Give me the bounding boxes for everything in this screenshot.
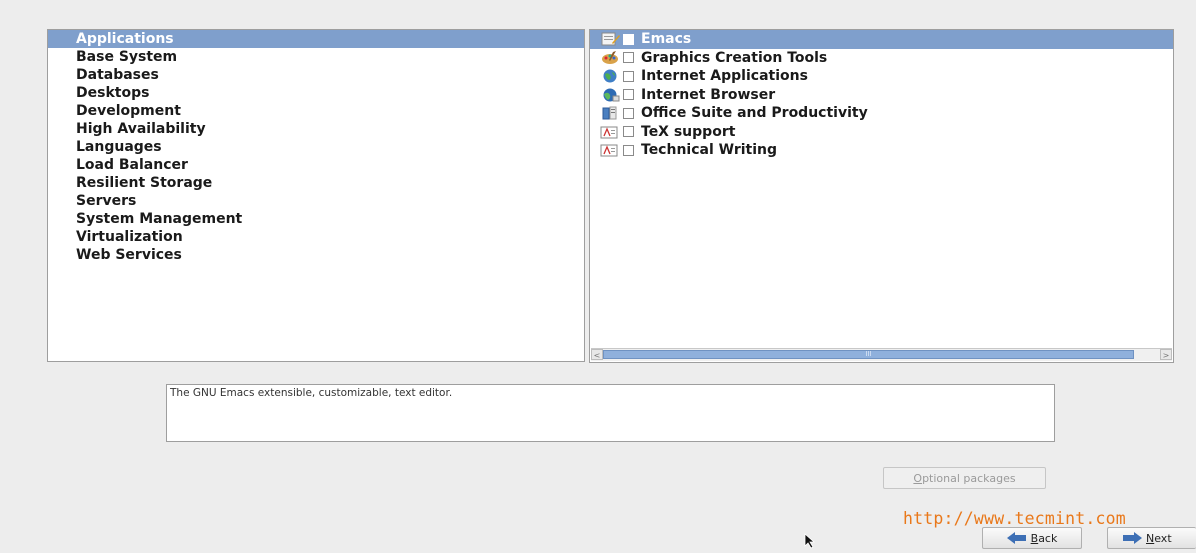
package-group-label: Technical Writing: [641, 142, 778, 158]
group-description-box: The GNU Emacs extensible, customizable, …: [166, 384, 1055, 442]
category-item[interactable]: Development: [48, 102, 584, 120]
next-arrow-icon: [1122, 532, 1142, 544]
group-checkbox[interactable]: [623, 52, 634, 64]
group-checkbox[interactable]: [623, 144, 634, 156]
package-group-label: Internet Applications: [641, 68, 808, 84]
category-list-panel[interactable]: Applications Base System Databases Desktops…: [47, 29, 585, 362]
package-group-label: TeX support: [641, 123, 736, 140]
globe-icon: [600, 69, 620, 83]
package-group-label: Emacs: [641, 31, 692, 47]
package-group-list: Emacs Graphics Creation Tools Internet App…: [590, 30, 1173, 160]
package-group-label: Office Suite and Productivity: [641, 105, 868, 121]
category-item[interactable]: Base System: [48, 48, 584, 66]
scrollbar-thumb[interactable]: III: [603, 350, 1134, 359]
package-group-item[interactable]: Office Suite and Productivity: [590, 104, 1173, 123]
group-checkbox[interactable]: [623, 126, 634, 138]
group-description-text: The GNU Emacs extensible, customizable, …: [170, 387, 453, 399]
package-group-item[interactable]: Graphics Creation Tools: [590, 49, 1173, 68]
mouse-pointer-icon: [804, 533, 816, 549]
category-item[interactable]: Applications: [48, 30, 584, 48]
category-item[interactable]: Servers: [48, 192, 584, 210]
category-list: Applications Base System Databases Desktops…: [48, 30, 584, 264]
scroll-left-arrow-icon[interactable]: <: [591, 349, 603, 360]
back-arrow-icon: [1006, 532, 1027, 544]
category-item[interactable]: Databases: [48, 66, 584, 84]
optional-packages-button[interactable]: Optional packages: [883, 467, 1046, 489]
package-group-item[interactable]: Technical Writing: [590, 141, 1173, 160]
category-item[interactable]: Virtualization: [48, 228, 584, 246]
category-item[interactable]: High Availability: [48, 120, 584, 138]
next-button[interactable]: Next: [1107, 527, 1196, 549]
document-writer-icon: [600, 125, 620, 139]
category-item[interactable]: System Management: [48, 210, 584, 228]
category-item[interactable]: Resilient Storage: [48, 174, 584, 192]
package-group-label: Internet Browser: [641, 86, 776, 103]
optional-packages-label: Optional packages: [913, 471, 1016, 485]
back-button[interactable]: Back: [982, 527, 1082, 549]
next-label: Next: [1146, 531, 1172, 545]
office-documents-icon: [600, 106, 620, 120]
package-group-label: Graphics Creation Tools: [641, 49, 828, 66]
watermark-url: http://www.tecmint.com: [903, 509, 1126, 528]
group-checkbox[interactable]: [623, 33, 634, 45]
group-checkbox[interactable]: [623, 107, 634, 119]
scroll-right-arrow-icon[interactable]: >: [1160, 349, 1172, 360]
group-checkbox[interactable]: [623, 89, 634, 101]
category-item[interactable]: Desktops: [48, 84, 584, 102]
category-item[interactable]: Load Balancer: [48, 156, 584, 174]
package-group-item[interactable]: Emacs: [590, 30, 1173, 49]
back-label: Back: [1030, 531, 1058, 545]
package-group-item[interactable]: TeX support: [590, 123, 1173, 142]
category-item[interactable]: Languages: [48, 138, 584, 156]
package-group-item[interactable]: Internet Applications: [590, 67, 1173, 86]
category-item[interactable]: Web Services: [48, 246, 584, 264]
package-group-item[interactable]: Internet Browser: [590, 86, 1173, 105]
group-checkbox[interactable]: [623, 70, 634, 82]
text-editor-icon: [600, 32, 620, 46]
browser-globe-icon: [600, 88, 620, 102]
horizontal-scrollbar[interactable]: < III >: [591, 348, 1172, 361]
package-group-list-panel[interactable]: Emacs Graphics Creation Tools Internet App…: [589, 29, 1174, 363]
document-writer-icon: [600, 143, 620, 157]
paint-palette-icon: [600, 50, 620, 65]
